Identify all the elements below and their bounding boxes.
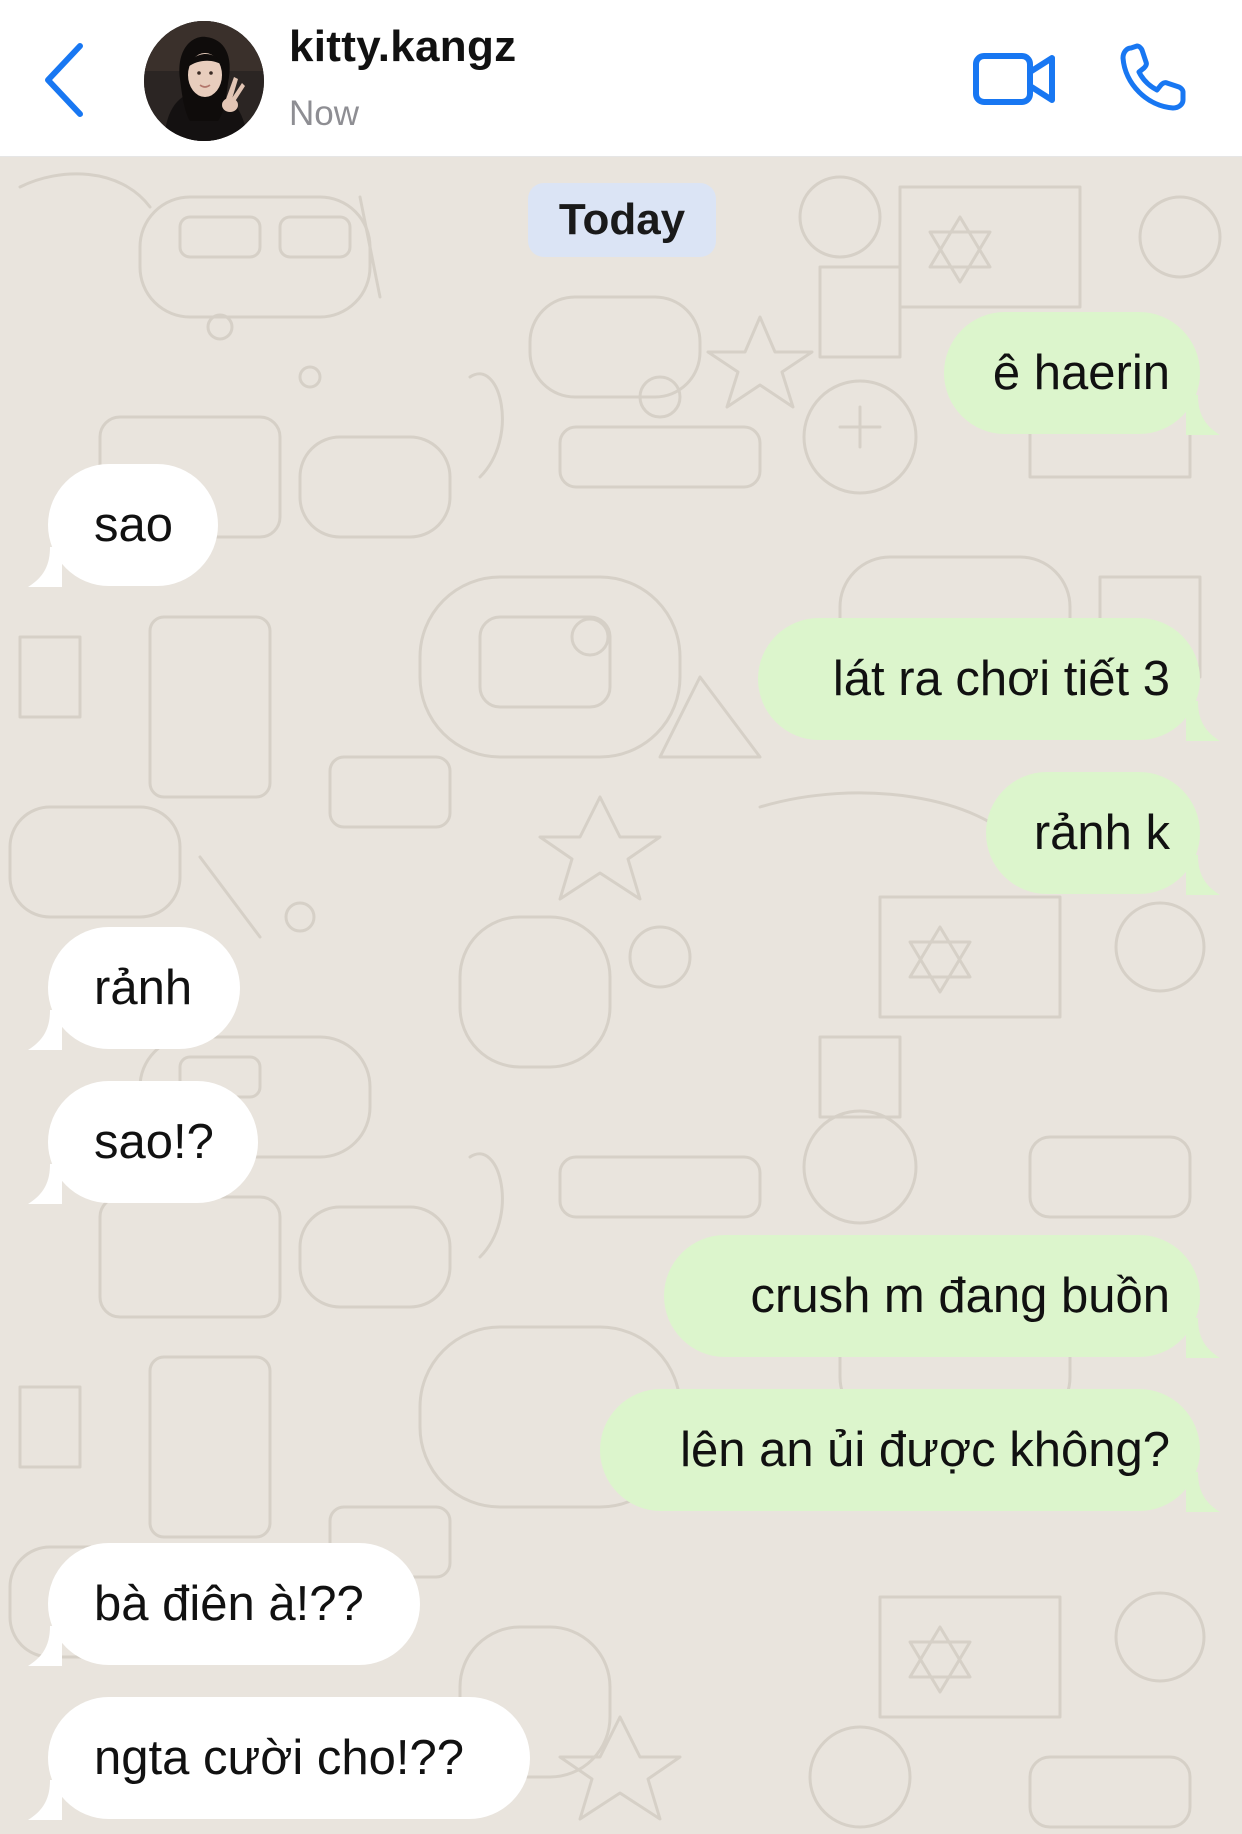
message-bubble-outgoing[interactable]: rảnh k — [986, 772, 1220, 895]
bubble-tail — [1186, 855, 1220, 895]
message-bubble-outgoing[interactable]: lên an ủi được không? — [600, 1389, 1220, 1512]
message-text: ê haerin — [992, 346, 1170, 400]
message-text: bà điên à!?? — [94, 1577, 364, 1631]
chat-area[interactable]: Today ê haerin sao lát ra chơi tiết 3 rả… — [0, 157, 1242, 1834]
bubble-tail — [28, 547, 62, 587]
bubble-tail — [28, 1164, 62, 1204]
date-separator: Today — [528, 183, 716, 257]
bubble-tail — [1186, 1472, 1220, 1512]
phone-icon — [1120, 43, 1186, 111]
message-bubble-incoming[interactable]: sao — [28, 464, 218, 587]
back-button[interactable] — [36, 38, 96, 122]
message-text: sao!? — [94, 1115, 214, 1169]
message-bubble-outgoing[interactable]: ê haerin — [944, 312, 1220, 435]
message-text: crush m đang buồn — [750, 1269, 1171, 1323]
bubble-tail — [1186, 1318, 1220, 1358]
video-call-button[interactable] — [972, 48, 1058, 110]
message-text: lên an ủi được không? — [680, 1423, 1170, 1477]
contact-name[interactable]: kitty.kangz — [289, 22, 516, 72]
bubble-tail — [28, 1780, 62, 1820]
chat-header: kitty.kangz Now — [0, 0, 1242, 157]
message-text: lát ra chơi tiết 3 — [832, 652, 1170, 706]
message-text: ngta cười cho!?? — [94, 1731, 465, 1785]
voice-call-button[interactable] — [1117, 40, 1191, 114]
message-text: rảnh — [94, 961, 193, 1015]
message-bubble-incoming[interactable]: sao!? — [28, 1081, 258, 1204]
message-bubble-outgoing[interactable]: lát ra chơi tiết 3 — [758, 618, 1220, 741]
avatar-photo — [144, 21, 264, 141]
message-bubble-outgoing[interactable]: crush m đang buồn — [664, 1235, 1220, 1358]
message-bubble-incoming[interactable]: bà điên à!?? — [28, 1543, 420, 1666]
bubble-tail — [1186, 701, 1220, 741]
bubble-tail — [1186, 395, 1220, 435]
bubble-tail — [28, 1626, 62, 1666]
message-text: sao — [94, 498, 174, 552]
chevron-left-icon — [45, 43, 83, 117]
message-bubble-incoming[interactable]: ngta cười cho!?? — [28, 1697, 530, 1820]
message-bubble-incoming[interactable]: rảnh — [28, 927, 240, 1050]
contact-status: Now — [289, 94, 360, 133]
bubble-tail — [28, 1010, 62, 1050]
message-text: rảnh k — [1033, 806, 1170, 860]
avatar[interactable] — [144, 21, 264, 141]
video-camera-icon — [973, 53, 1055, 105]
